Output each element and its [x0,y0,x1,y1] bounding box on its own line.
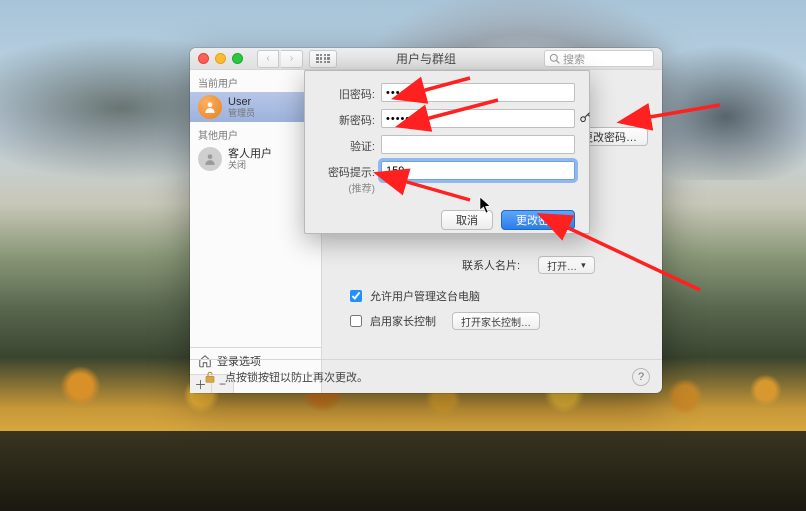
key-icon[interactable] [579,111,593,125]
change-password-sheet: 旧密码: 新密码: 验证: 密码提示: (推荐) 取消 更改密码 [304,70,590,234]
parental-open-button[interactable]: 打开家长控制… [452,312,540,330]
cursor-icon [479,196,493,214]
unlock-icon[interactable] [202,369,218,385]
verify-password-input[interactable] [381,135,575,154]
traffic-lights [198,53,243,64]
new-password-label: 新密码: [319,109,375,128]
user-role: 关闭 [228,160,272,170]
user-name: User [228,96,255,109]
zoom-icon[interactable] [232,53,243,64]
old-password-input[interactable] [381,83,575,102]
search-input[interactable]: 搜索 [544,50,654,67]
minimize-icon[interactable] [215,53,226,64]
show-all-button[interactable] [309,50,337,68]
sidebar-user-current[interactable]: User 管理员 [190,92,321,122]
avatar-icon [198,147,222,171]
sidebar-header-current: 当前用户 [190,70,321,92]
sidebar-header-other: 其他用户 [190,122,321,144]
parental-checkbox[interactable] [350,315,362,327]
search-icon [549,53,560,64]
grid-icon [316,54,330,64]
user-name: 客人用户 [228,148,272,161]
help-button[interactable]: ? [632,368,650,386]
old-password-label: 旧密码: [319,83,375,102]
window-title: 用户与群组 [396,50,456,67]
close-icon[interactable] [198,53,209,64]
allow-admin-checkbox[interactable] [350,290,362,302]
nav-back-button[interactable]: ‹ [257,50,279,68]
sidebar: 当前用户 User 管理员 其他用户 客人用户 关闭 [190,70,322,393]
open-contact-button[interactable]: 打开… [538,256,595,274]
lock-hint: 点按锁按钮以防止再次更改。 [225,369,368,385]
allow-admin-label: 允许用户管理这台电脑 [370,288,480,304]
titlebar: ‹ › 用户与群组 搜索 [190,48,662,70]
search-placeholder: 搜索 [563,51,585,67]
user-role: 管理员 [228,108,255,118]
lock-bar: 点按锁按钮以防止再次更改。 ? [190,359,662,393]
new-password-input[interactable] [381,109,575,128]
nav-forward-button[interactable]: › [281,50,303,68]
verify-label: 验证: [319,135,375,154]
contact-card-label: 联系人名片: [462,257,520,273]
password-hint-input[interactable] [381,161,575,180]
avatar-icon [198,95,222,119]
confirm-change-password-button[interactable]: 更改密码 [501,210,575,230]
hint-label: 密码提示: (推荐) [319,161,375,195]
parental-label: 启用家长控制 [370,313,436,329]
sidebar-user-guest[interactable]: 客人用户 关闭 [190,144,321,174]
